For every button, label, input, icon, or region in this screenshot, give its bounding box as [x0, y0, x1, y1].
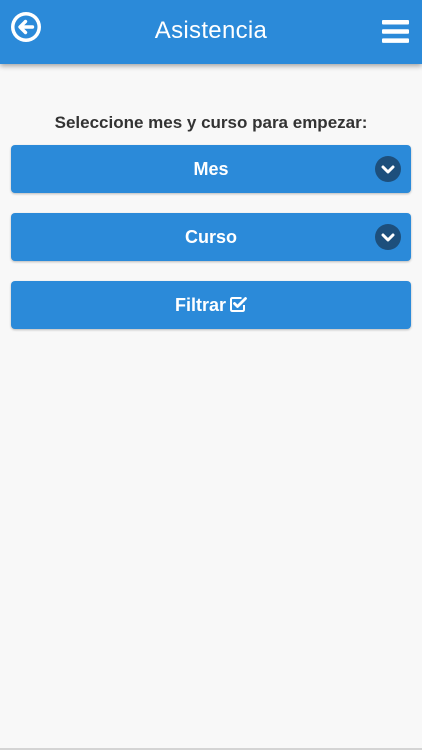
month-select-label: Mes	[193, 159, 229, 179]
instructions-text: Seleccione mes y curso para empezar:	[54, 113, 368, 132]
course-chevron-badge	[375, 224, 401, 250]
checkbox-checked-icon	[229, 295, 247, 313]
filter-button-content: Filtrar	[11, 295, 411, 316]
menu-button[interactable]	[382, 20, 409, 43]
top-bar: Asistencia	[0, 0, 422, 64]
app-screen: Asistencia Seleccione mes y curso para e…	[0, 0, 422, 750]
filter-button[interactable]: Filtrar	[11, 281, 411, 329]
back-button[interactable]	[10, 11, 42, 43]
chevron-down-circle-icon	[381, 165, 395, 174]
month-select[interactable]: Mes	[11, 145, 411, 193]
hamburger-menu-icon	[382, 20, 409, 43]
page-title: Asistencia	[154, 17, 268, 44]
chevron-down-circle-icon	[381, 233, 395, 242]
course-select[interactable]: Curso	[11, 213, 411, 261]
arrow-left-circle-icon	[11, 12, 41, 42]
month-chevron-badge	[375, 156, 401, 182]
filter-button-label: Filtrar	[174, 295, 226, 315]
course-select-label: Curso	[184, 227, 237, 247]
